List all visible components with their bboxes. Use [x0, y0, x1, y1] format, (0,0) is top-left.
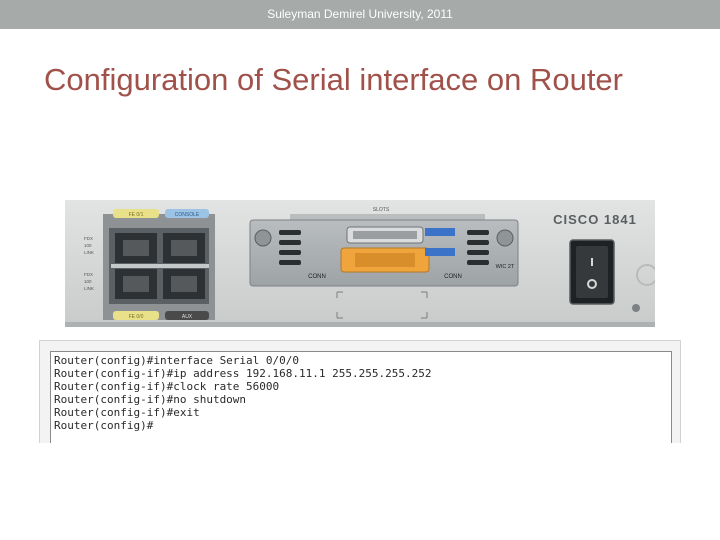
cli-window: Router(config)#interface Serial 0/0/0 Ro…: [39, 340, 681, 443]
port-tag-fe01-label: FE 0/1: [129, 212, 144, 218]
side-label: 100: [84, 279, 92, 284]
side-label: LINK: [84, 250, 94, 255]
brand-label: CISCO 1841: [553, 212, 637, 227]
cli-line: Router(config-if)#ip address 192.168.11.…: [54, 367, 432, 380]
side-label: FDX: [84, 236, 93, 241]
side-label: LINK: [84, 286, 94, 291]
conn-label: CONN: [444, 274, 462, 280]
header-text: Suleyman Demirel University, 2011: [267, 7, 453, 21]
cli-line: Router(config-if)#exit: [54, 406, 200, 419]
cli-line: Router(config)#: [54, 419, 154, 432]
cli-line: Router(config-if)#clock rate 56000: [54, 380, 280, 393]
router-image: FE 0/1 CONSOLE FE 0/0 AUX FDX 100 LINK F…: [65, 200, 655, 327]
cli-output: Router(config)#interface Serial 0/0/0 Ro…: [50, 351, 672, 443]
card-screw: [496, 229, 514, 247]
port-tag-console-label: CONSOLE: [175, 212, 200, 218]
port-tag-aux-label: AUX: [182, 314, 193, 320]
conn-label: CONN: [308, 274, 326, 280]
wic-label: WIC 2T: [496, 264, 515, 270]
slot-label: SLOTS: [373, 207, 390, 213]
card-screw: [254, 229, 272, 247]
port-tag-fe00-label: FE 0/0: [129, 314, 144, 320]
slide-title: Configuration of Serial interface on Rou…: [44, 62, 623, 97]
side-label: FDX: [84, 272, 93, 277]
side-label: 100: [84, 243, 92, 248]
cli-line: Router(config-if)#no shutdown: [54, 393, 247, 406]
cli-line: Router(config)#interface Serial 0/0/0: [54, 354, 300, 367]
